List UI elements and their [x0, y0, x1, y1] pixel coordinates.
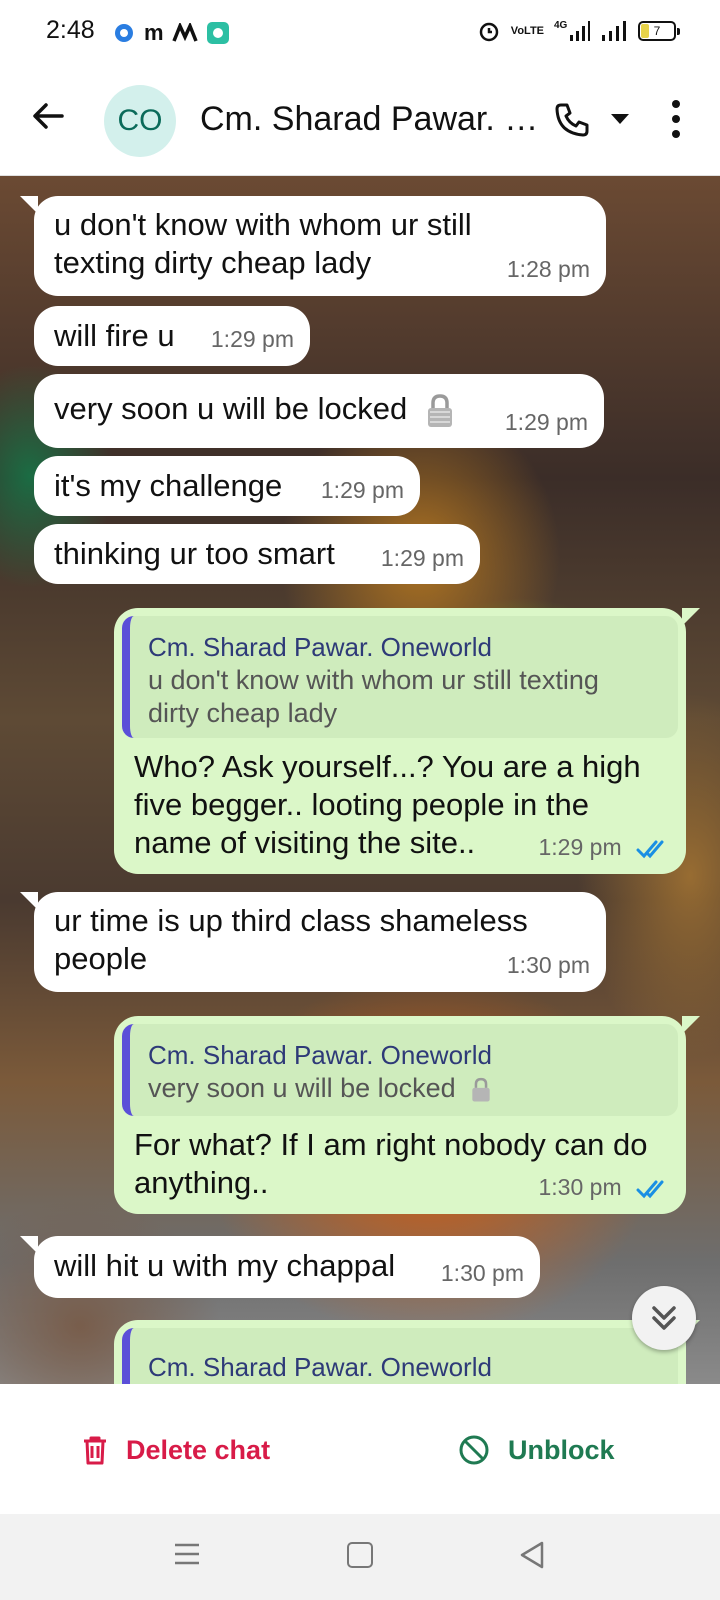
back-arrow-icon[interactable]	[28, 96, 68, 136]
message-time: 1:30 pm	[440, 1260, 524, 1286]
quote-author: Cm. Sharad Pawar. Oneworld	[148, 1352, 492, 1382]
chat-app-icon	[206, 22, 229, 44]
system-icons: VoLTE 4G 7	[477, 19, 680, 43]
quoted-message[interactable]: Cm. Sharad Pawar. Oneworld very soon u w…	[122, 1024, 678, 1116]
blocked-actions-bar: Delete chat Unblock	[0, 1384, 720, 1514]
incoming-message[interactable]: will fire u 1:29 pm	[34, 306, 310, 366]
m-logo-icon	[171, 23, 198, 42]
more-vert-icon[interactable]	[666, 98, 686, 140]
quote-author: Cm. Sharad Pawar. Oneworld	[148, 1040, 492, 1070]
quote-text-content: very soon u will be locked	[148, 1073, 456, 1103]
signal-icon	[602, 21, 626, 41]
message-time: 1:29 pm	[380, 545, 464, 571]
outgoing-message[interactable]: Cm. Sharad Pawar. Oneworld very soon u w…	[114, 1016, 700, 1214]
quoted-message[interactable]: Cm. Sharad Pawar. Oneworld	[122, 1328, 678, 1384]
app-notification-icon	[115, 24, 133, 42]
message-text: thinking ur too smart	[54, 536, 335, 571]
quote-text: u don't know with whom ur still texting …	[148, 665, 599, 728]
message-text: will hit u with my chappal	[54, 1248, 396, 1283]
incoming-message[interactable]: will hit u with my chappal 1:30 pm	[20, 1236, 540, 1298]
system-nav-bar	[0, 1514, 720, 1600]
read-ticks-icon	[636, 840, 664, 859]
message-text: it's my challenge	[54, 468, 283, 503]
avatar[interactable]: CO	[104, 85, 176, 157]
message-text: u don't know with whom ur still texting …	[54, 207, 472, 280]
block-icon	[459, 1435, 489, 1465]
unblock-button[interactable]: Unblock	[458, 1430, 615, 1470]
message-time-text: 1:29 pm	[538, 834, 622, 860]
scroll-to-bottom-button[interactable]	[632, 1286, 696, 1350]
lock-icon	[472, 1077, 490, 1102]
outgoing-message[interactable]: Cm. Sharad Pawar. Oneworld	[114, 1320, 700, 1384]
message-time: 1:30 pm	[539, 1168, 671, 1206]
status-bar: 2:48 m VoLTE 4G 7	[0, 0, 720, 66]
notification-icons: m	[112, 20, 230, 46]
message-text-content: very soon u will be locked	[54, 391, 408, 426]
delete-chat-button[interactable]: Delete chat	[82, 1430, 270, 1470]
message-time: 1:30 pm	[506, 952, 590, 978]
incoming-message[interactable]: very soon u will be locked 1:29 pm	[34, 374, 604, 448]
svg-text:4G: 4G	[554, 20, 568, 31]
delete-chat-label: Delete chat	[126, 1434, 271, 1465]
recent-apps-icon[interactable]	[174, 1542, 200, 1566]
message-time-text: 1:30 pm	[538, 1174, 622, 1200]
double-chevron-down-icon	[652, 1306, 676, 1330]
alarm-icon	[479, 22, 499, 42]
lock-icon	[427, 394, 452, 427]
message-text: very soon u will be locked	[54, 390, 456, 429]
quoted-message[interactable]: Cm. Sharad Pawar. Oneworld u don't know …	[122, 616, 678, 738]
chat-header: CO Cm. Sharad Pawar. Oneworld	[0, 66, 720, 176]
incoming-message[interactable]: u don't know with whom ur still texting …	[20, 196, 606, 296]
trash-icon	[84, 1436, 106, 1465]
message-time: 1:29 pm	[210, 326, 294, 352]
status-time: 2:48	[46, 16, 95, 44]
quote-text: very soon u will be locked	[148, 1072, 668, 1105]
incoming-message[interactable]: thinking ur too smart 1:29 pm	[34, 524, 480, 584]
message-time: 1:29 pm	[539, 828, 671, 866]
battery-icon: 7	[638, 21, 680, 41]
message-time: 1:28 pm	[506, 256, 590, 282]
message-text: ur time is up third class shameless peop…	[54, 903, 528, 976]
chat-messages[interactable]: u don't know with whom ur still texting …	[0, 176, 720, 1384]
read-ticks-icon	[636, 1180, 664, 1199]
nav-back-icon[interactable]	[518, 1540, 546, 1570]
dropdown-icon[interactable]	[610, 112, 630, 126]
m-app-icon: m	[144, 20, 164, 45]
signal-4g-icon: 4G	[554, 20, 590, 41]
home-icon[interactable]	[347, 1542, 373, 1568]
unblock-label: Unblock	[508, 1434, 615, 1465]
phone-icon[interactable]	[552, 100, 592, 140]
message-text: will fire u	[54, 318, 175, 353]
volte-icon: VoLTE	[510, 24, 544, 37]
quote-author: Cm. Sharad Pawar. Oneworld	[148, 632, 492, 662]
incoming-message[interactable]: it's my challenge 1:29 pm	[34, 456, 420, 516]
incoming-message[interactable]: ur time is up third class shameless peop…	[20, 892, 606, 992]
contact-name[interactable]: Cm. Sharad Pawar. Oneworld	[200, 100, 545, 139]
message-time: 1:29 pm	[504, 409, 588, 435]
outgoing-message[interactable]: Cm. Sharad Pawar. Oneworld u don't know …	[114, 608, 700, 874]
message-time: 1:29 pm	[320, 477, 404, 503]
